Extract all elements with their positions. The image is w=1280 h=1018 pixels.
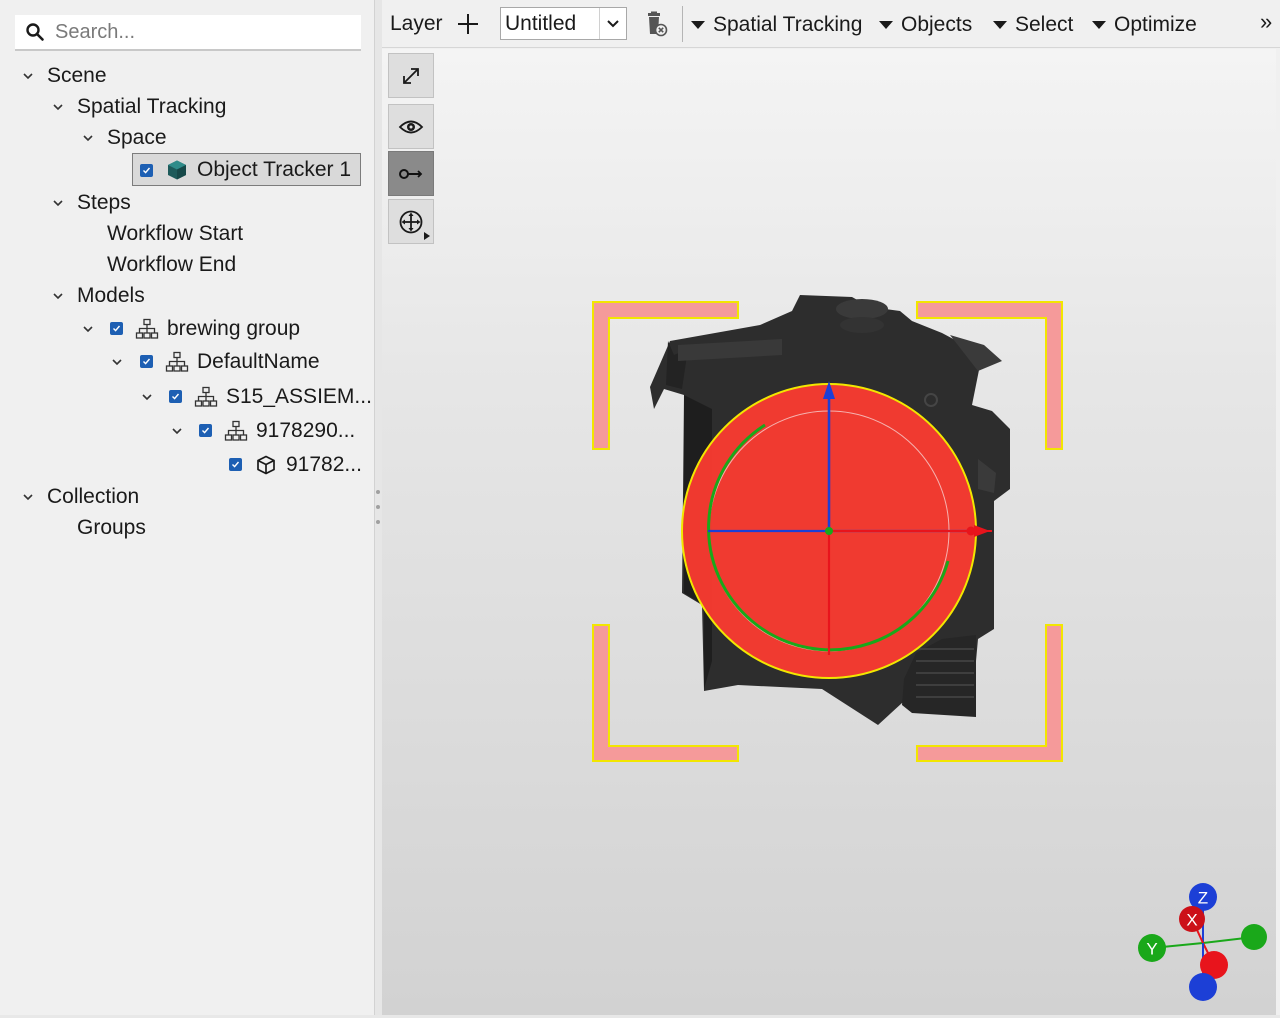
tree-label: Collection: [47, 485, 140, 508]
menu-label: Objects: [901, 13, 973, 36]
visibility-checkbox[interactable]: [140, 355, 153, 368]
chevron-down-icon[interactable]: [599, 8, 626, 39]
z-axis-negative-handle[interactable]: [1189, 973, 1217, 1001]
tree-label: Steps: [77, 191, 131, 214]
chevron-down-icon[interactable]: [51, 289, 65, 303]
optimize-menu[interactable]: Optimize: [1092, 10, 1197, 40]
splitter-grip-icon[interactable]: [376, 490, 380, 524]
hierarchy-icon: [224, 419, 248, 443]
menu-label: Select: [1015, 13, 1074, 36]
axis-orientation-gizmo[interactable]: Z X Y: [1130, 880, 1276, 1006]
tree-label: Workflow Start: [107, 222, 244, 245]
tree-label: 9178290...: [256, 419, 356, 442]
expand-icon: [403, 67, 419, 84]
tree-item-part-mesh[interactable]: 91782...: [0, 450, 374, 480]
toolbar-overflow-button[interactable]: »: [1260, 8, 1272, 36]
scene-canvas[interactable]: [382, 49, 1276, 1016]
visibility-checkbox[interactable]: [229, 458, 242, 471]
move-icon: [399, 210, 423, 233]
objects-menu[interactable]: Objects: [879, 10, 972, 40]
tracking-link-button[interactable]: [388, 151, 434, 196]
scene-panel: Scene Spatial Tracking Space Object Trac…: [0, 0, 374, 1018]
tree-item-object-tracker[interactable]: Object Tracker 1: [0, 155, 374, 185]
hierarchy-icon: [135, 317, 159, 341]
chevron-down-icon[interactable]: [21, 490, 35, 504]
tree-item-scene[interactable]: Scene: [0, 61, 374, 91]
fullscreen-button[interactable]: [388, 53, 434, 98]
submenu-indicator-icon: [424, 232, 430, 240]
link-key-icon: [399, 168, 423, 179]
chevron-down-icon[interactable]: [51, 100, 65, 114]
delete-layer-button[interactable]: [642, 10, 670, 38]
tree-item-workflow-start[interactable]: Workflow Start: [0, 219, 374, 249]
tree-label: Groups: [77, 516, 146, 539]
chevron-down-icon[interactable]: [81, 322, 95, 336]
dropdown-triangle-icon: [1092, 21, 1106, 29]
search-icon: [26, 23, 44, 41]
tree-item-s15-assembly[interactable]: S15_ASSIEM...: [0, 382, 374, 412]
viewport-toolbar: [388, 53, 435, 245]
tree-item-groups[interactable]: Groups: [0, 513, 374, 543]
x-axis-label: X: [1186, 911, 1197, 930]
chevron-down-icon[interactable]: [170, 424, 184, 438]
trash-icon: [648, 11, 668, 37]
search-input[interactable]: [55, 20, 345, 44]
tree-label: Space: [107, 126, 167, 149]
mesh-cube-icon: [254, 453, 278, 477]
search-box[interactable]: [15, 15, 361, 51]
tree-item-space[interactable]: Space: [0, 123, 374, 153]
chevron-down-icon[interactable]: [81, 131, 95, 145]
toolbar-separator: [682, 6, 683, 42]
tree-item-spatial-tracking[interactable]: Spatial Tracking: [0, 92, 374, 122]
y-axis-positive-handle[interactable]: [1241, 924, 1267, 950]
spatial-tracking-menu[interactable]: Spatial Tracking: [691, 10, 862, 40]
tree-item-workflow-end[interactable]: Workflow End: [0, 250, 374, 280]
z-axis-label: Z: [1198, 889, 1208, 908]
layer-dropdown-value: Untitled: [505, 11, 577, 35]
dropdown-triangle-icon: [691, 21, 705, 29]
tree-label: DefaultName: [197, 350, 320, 373]
tree-item-brewing-group[interactable]: brewing group: [0, 314, 374, 344]
plus-icon: [458, 14, 478, 34]
tree-item-default-name[interactable]: DefaultName: [0, 347, 374, 377]
dropdown-triangle-icon: [879, 21, 893, 29]
transform-tool-button[interactable]: [388, 199, 434, 244]
visibility-checkbox[interactable]: [169, 390, 182, 403]
viewport-edge: [1276, 49, 1280, 1016]
y-axis-label: Y: [1146, 940, 1157, 959]
eye-icon: [398, 120, 424, 133]
chevron-down-icon[interactable]: [110, 355, 124, 369]
tracker-cube-icon: [165, 158, 189, 182]
tree-label: S15_ASSIEM...: [226, 385, 372, 408]
tree-item-models[interactable]: Models: [0, 281, 374, 311]
tree-label: Workflow End: [107, 253, 237, 276]
add-layer-button[interactable]: [454, 10, 482, 38]
main-toolbar: Layer Untitled Spatial Tracking Objects …: [382, 0, 1280, 48]
dropdown-triangle-icon: [993, 21, 1007, 29]
tree-label: Spatial Tracking: [77, 95, 227, 118]
tree-item-collection[interactable]: Collection: [0, 482, 374, 512]
select-menu[interactable]: Select: [993, 10, 1073, 40]
chevron-down-icon[interactable]: [21, 69, 35, 83]
tree-label: 91782...: [286, 453, 362, 476]
tree-label: Models: [77, 284, 145, 307]
layer-dropdown[interactable]: Untitled: [500, 7, 627, 40]
visibility-toggle-button[interactable]: [388, 104, 434, 149]
chevron-down-icon[interactable]: [51, 196, 65, 210]
visibility-checkbox[interactable]: [110, 322, 123, 335]
tree-label: Scene: [47, 64, 107, 87]
menu-label: Spatial Tracking: [713, 13, 863, 36]
tree-item-steps[interactable]: Steps: [0, 188, 374, 218]
menu-label: Optimize: [1114, 13, 1197, 36]
visibility-checkbox[interactable]: [140, 164, 153, 177]
visibility-checkbox[interactable]: [199, 424, 212, 437]
hierarchy-icon: [165, 350, 189, 374]
layer-label: Layer: [390, 12, 443, 35]
hierarchy-icon: [194, 385, 218, 409]
chevron-down-icon[interactable]: [140, 390, 154, 404]
tree-label: Object Tracker 1: [197, 158, 352, 181]
tree-label: brewing group: [167, 317, 301, 340]
tree-item-part-group[interactable]: 9178290...: [0, 416, 374, 446]
